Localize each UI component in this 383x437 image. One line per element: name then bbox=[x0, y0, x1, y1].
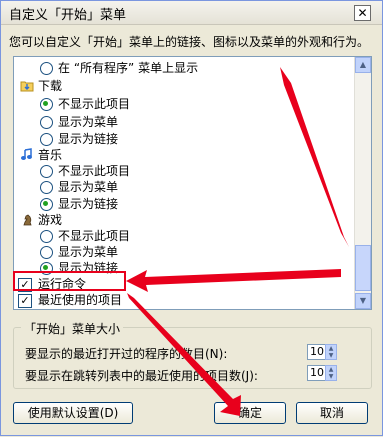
window-title: 自定义「开始」菜单 bbox=[9, 8, 127, 23]
radio-show-in-all-programs[interactable] bbox=[40, 62, 53, 75]
list-item[interactable]: 显示为菜单 bbox=[40, 179, 118, 195]
recent-programs-spin-buttons[interactable]: ▲ ▼ bbox=[325, 344, 337, 360]
group-legend: 「开始」菜单大小 bbox=[21, 320, 124, 337]
option-label: 在 “所有程序” 菜单上显示 bbox=[58, 61, 199, 75]
scroll-up-button[interactable]: ▲ bbox=[355, 57, 371, 73]
radio-music-link[interactable] bbox=[40, 198, 53, 211]
category-label: 游戏 bbox=[38, 213, 63, 227]
folder-download-icon bbox=[20, 81, 34, 92]
option-label: 显示为链接 bbox=[58, 132, 119, 146]
category-downloads: 下载 bbox=[20, 78, 62, 94]
title-bar[interactable]: 自定义「开始」菜单 ✕ bbox=[1, 1, 382, 25]
list-item[interactable]: 不显示此项目 bbox=[40, 228, 130, 244]
list-item[interactable]: 显示为链接 bbox=[40, 131, 118, 147]
radio-games-menu[interactable] bbox=[40, 246, 53, 259]
list-item[interactable]: 不显示此项目 bbox=[40, 163, 130, 179]
use-default-settings-button[interactable]: 使用默认设置(D) bbox=[13, 402, 133, 424]
category-music: 音乐 bbox=[20, 147, 62, 163]
games-chess-icon bbox=[23, 214, 32, 226]
radio-downloads-menu[interactable] bbox=[40, 116, 53, 129]
radio-games-hide[interactable] bbox=[40, 230, 53, 243]
jumplist-items-spin-buttons[interactable]: ▲ ▼ bbox=[325, 365, 337, 381]
category-games: 游戏 bbox=[20, 212, 62, 228]
list-item[interactable]: 在 “所有程序” 菜单上显示 bbox=[40, 60, 198, 76]
option-label: 不显示此项目 bbox=[58, 164, 131, 178]
category-label: 音乐 bbox=[38, 148, 63, 162]
scroll-thumb[interactable] bbox=[355, 245, 371, 291]
cancel-button[interactable]: 取消 bbox=[296, 402, 368, 424]
list-item[interactable]: 不显示此项目 bbox=[40, 96, 130, 112]
close-button[interactable]: ✕ bbox=[354, 5, 371, 21]
radio-downloads-link[interactable] bbox=[40, 133, 53, 146]
dialog-description: 您可以自定义「开始」菜单上的链接、图标以及菜单的外观和行为。 bbox=[9, 35, 370, 49]
radio-music-menu[interactable] bbox=[40, 181, 53, 194]
ok-button[interactable]: 确定 bbox=[214, 402, 286, 424]
radio-downloads-hide[interactable] bbox=[40, 98, 53, 111]
option-label: 不显示此项目 bbox=[58, 97, 131, 111]
option-label: 不显示此项目 bbox=[58, 229, 131, 243]
option-label: 显示为链接 bbox=[58, 197, 119, 211]
jumplist-items-label: 要显示在跳转列表中的最近使用的项目数(J): bbox=[25, 369, 258, 383]
radio-music-hide[interactable] bbox=[40, 165, 53, 178]
scroll-down-button[interactable]: ▼ bbox=[355, 293, 371, 309]
customize-start-menu-dialog: 自定义「开始」菜单 ✕ 您可以自定义「开始」菜单上的链接、图标以及菜单的外观和行… bbox=[0, 0, 383, 436]
option-label: 显示为菜单 bbox=[58, 115, 119, 129]
music-note-icon bbox=[21, 148, 32, 160]
option-label: 最近使用的项目 bbox=[38, 293, 123, 307]
option-label: 显示为菜单 bbox=[58, 180, 119, 194]
annotation-highlight-box bbox=[13, 271, 126, 291]
vertical-scrollbar[interactable]: ▲ ▼ bbox=[354, 57, 371, 309]
category-label: 下载 bbox=[38, 79, 63, 93]
checkbox-recent-items[interactable]: ✓ bbox=[18, 294, 32, 308]
list-item[interactable]: 显示为菜单 bbox=[40, 114, 118, 130]
list-item[interactable]: 显示为链接 bbox=[40, 196, 118, 212]
list-item-recent-items[interactable]: ✓ 最近使用的项目 bbox=[18, 292, 122, 308]
recent-programs-label: 要显示的最近打开过的程序的数目(N): bbox=[25, 347, 228, 361]
list-item[interactable]: 显示为菜单 bbox=[40, 244, 118, 260]
option-label: 显示为菜单 bbox=[58, 245, 119, 259]
